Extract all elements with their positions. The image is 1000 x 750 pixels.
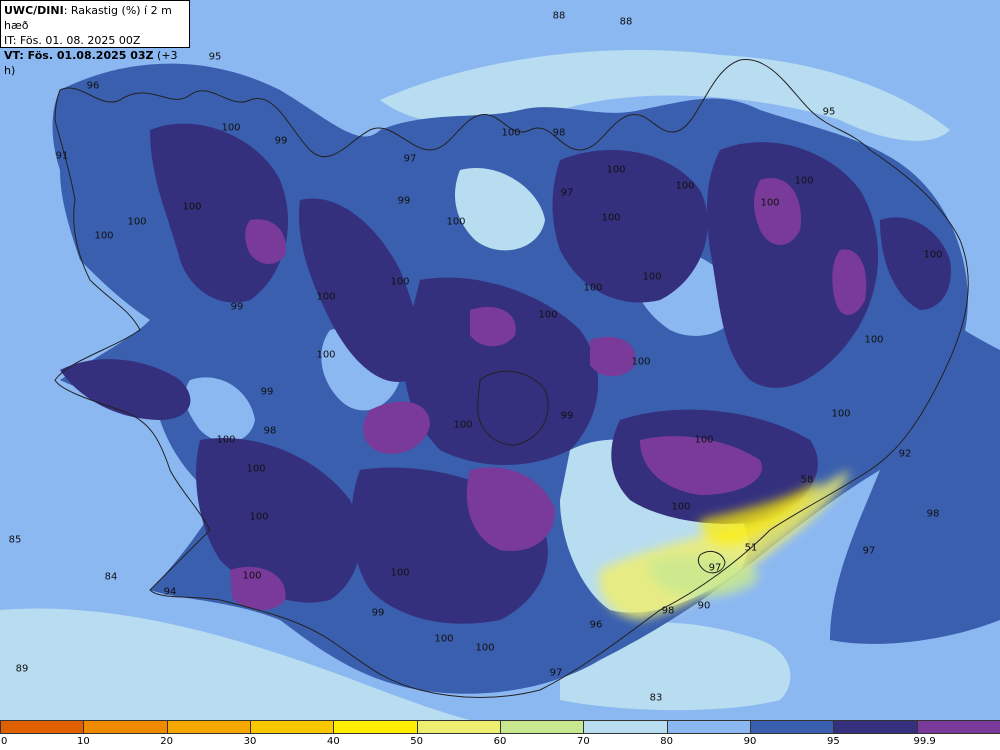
- contour-label: 100: [216, 434, 236, 446]
- contour-label: 100: [390, 276, 410, 288]
- contour-label: 100: [390, 567, 410, 579]
- contour-label: 97: [549, 667, 563, 679]
- contour-label: 84: [104, 571, 118, 583]
- contour-label: 88: [619, 16, 633, 28]
- contour-label: 95: [208, 51, 222, 63]
- colorbar-segment: [83, 720, 168, 734]
- title-line-model: UWC/DINI: Rakastig (%) í 2 m hæð: [4, 3, 186, 33]
- contour-label: 100: [246, 463, 266, 475]
- colorbar-tick: 0: [1, 736, 8, 747]
- colorbar-tick: 20: [160, 736, 174, 747]
- contour-label: 100: [316, 291, 336, 303]
- colorbar: 0 10 20 30 40 50 60 70 80 90 95 99.9: [0, 720, 1000, 750]
- contour-label: 98: [661, 605, 675, 617]
- colorbar-tick: 60: [493, 736, 507, 747]
- contour-label: 99: [560, 410, 574, 422]
- colorbar-segment: [166, 720, 251, 734]
- valid-time-line: VT: Fös. 01.08.2025 03Z (+3 h): [4, 48, 186, 78]
- contour-label: 100: [606, 164, 626, 176]
- contour-label: 100: [434, 633, 454, 645]
- contour-label: 98: [552, 127, 566, 139]
- contour-label: 100: [923, 249, 943, 261]
- contour-label: 100: [864, 334, 884, 346]
- contour-label: 97: [560, 187, 574, 199]
- colorbar-tick: 30: [243, 736, 257, 747]
- contour-label: 96: [589, 619, 603, 631]
- contour-label: 97: [403, 153, 417, 165]
- contour-label: 100: [127, 216, 147, 228]
- contour-label: 99: [397, 195, 411, 207]
- contour-label: 85: [8, 534, 22, 546]
- colorbar-segments: [0, 720, 1000, 736]
- contour-label: 58: [800, 474, 814, 486]
- contour-label: 99: [371, 607, 385, 619]
- contour-label: 83: [649, 692, 663, 704]
- contour-label: 98: [926, 508, 940, 520]
- colorbar-segment: [499, 720, 585, 734]
- contour-label: 100: [249, 511, 269, 523]
- contour-label: 91: [55, 150, 69, 162]
- contour-label: 99: [274, 135, 288, 147]
- valid-time: VT: Fös. 01.08.2025 03Z: [4, 49, 154, 62]
- contour-label: 100: [538, 309, 558, 321]
- contour-label: 97: [862, 545, 876, 557]
- contour-label: 100: [182, 201, 202, 213]
- contour-label: 100: [675, 180, 695, 192]
- contour-label: 89: [15, 663, 29, 675]
- contour-label: 100: [794, 175, 814, 187]
- colorbar-segment: [833, 720, 918, 734]
- colorbar-segment: [666, 720, 751, 734]
- contour-label: 100: [760, 197, 780, 209]
- contour-label: 100: [831, 408, 851, 420]
- contour-label: 90: [697, 600, 711, 612]
- colorbar-tick: 80: [660, 736, 674, 747]
- contour-label: 88: [552, 10, 566, 22]
- map-viewer: 88 88 95 96 100 99 100 98 97 91 100 97 100 100 95 99 100…: [0, 0, 1000, 750]
- colorbar-tick: 10: [76, 736, 90, 747]
- contour-label: 100: [642, 271, 662, 283]
- colorbar-segment: [0, 720, 85, 734]
- contour-label: 100: [631, 356, 651, 368]
- colorbar-tick: 50: [410, 736, 424, 747]
- colorbar-segment: [916, 720, 1000, 734]
- contour-label: 100: [94, 230, 114, 242]
- colorbar-segment: [583, 720, 668, 734]
- contour-label: 95: [822, 106, 836, 118]
- colorbar-tick: 99.9: [913, 736, 936, 747]
- colorbar-segment: [333, 720, 418, 734]
- colorbar-segment: [749, 720, 835, 734]
- colorbar-segment: [249, 720, 335, 734]
- contour-label: 99: [260, 386, 274, 398]
- contour-label: 100: [446, 216, 466, 228]
- contour-label: 100: [242, 570, 262, 582]
- contour-label: 98: [263, 425, 277, 437]
- colorbar-tick: 70: [576, 736, 590, 747]
- contour-label: 100: [316, 349, 336, 361]
- contour-label: 100: [475, 642, 495, 654]
- contour-label: 51: [744, 542, 758, 554]
- contour-label: 99: [230, 301, 244, 313]
- contour-label: 100: [583, 282, 603, 294]
- humidity-map[interactable]: [0, 0, 1000, 720]
- contour-label: 96: [86, 80, 100, 92]
- colorbar-tick: 40: [326, 736, 340, 747]
- colorbar-tick: 95: [826, 736, 840, 747]
- contour-label: 92: [898, 448, 912, 460]
- title-box: UWC/DINI: Rakastig (%) í 2 m hæð IT: Fös…: [0, 0, 190, 77]
- contour-label: 100: [694, 434, 714, 446]
- init-time: IT: Fös. 01. 08. 2025 00Z: [4, 34, 141, 47]
- contour-label: 97: [708, 562, 722, 574]
- model-name: UWC/DINI: [4, 4, 64, 17]
- contour-label: 100: [501, 127, 521, 139]
- contour-label: 100: [671, 501, 691, 513]
- contour-label: 100: [453, 419, 473, 431]
- contour-label: 100: [601, 212, 621, 224]
- contour-label: 94: [163, 586, 177, 598]
- colorbar-segment: [416, 720, 501, 734]
- colorbar-tick: 90: [743, 736, 757, 747]
- contour-label: 100: [221, 122, 241, 134]
